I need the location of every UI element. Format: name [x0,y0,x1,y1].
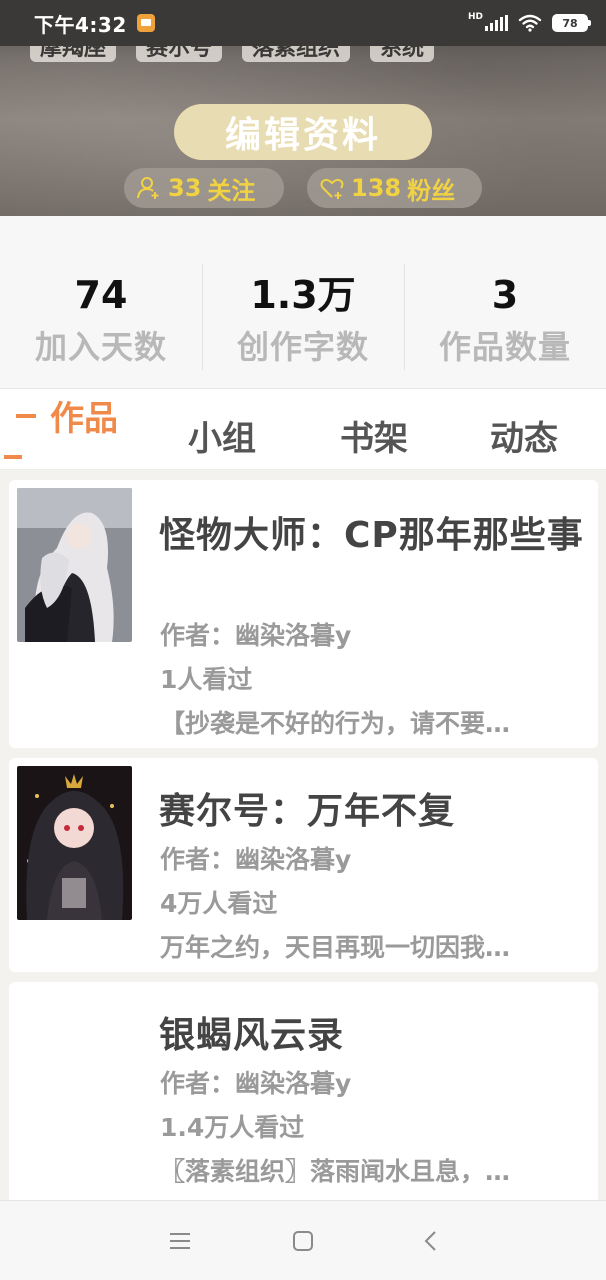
tab-works[interactable]: 作品 [16,391,118,440]
work-summary: 万年之约，天目再现一切因我… [160,933,511,962]
hd-label: HD [467,12,483,22]
work-title[interactable]: 赛尔号：万年不复 [159,782,455,834]
work-author: 作者：幽染洛暮y [160,1069,352,1098]
fans-count: 138 [351,174,402,202]
tab-works-label: 作品 [50,399,118,439]
work-views: 4万人看过 [160,889,278,918]
work-author: 作者：幽染洛暮y [160,621,352,650]
work-views: 1人看过 [160,665,253,694]
fans-label: 粉丝 [407,176,456,205]
heart-add-icon [320,178,344,199]
follow-count: 33 [168,174,202,202]
work-title[interactable]: 怪物大师：CP那年那些事 [159,506,584,558]
profile-tabs: 作品 小组 书架 动态 [0,388,606,470]
edit-profile-button[interactable]: 编辑资料 [174,104,432,160]
stat-label: 作品数量 [438,328,571,366]
work-cover[interactable] [17,488,132,642]
tab-active-indicator [16,413,36,418]
work-card[interactable]: 赛尔号：万年不复 作者：幽染洛暮y 4万人看过 万年之约，天目再现一切因我… [9,758,598,972]
tab-underline [4,455,22,459]
work-summary: 〖落素组织〗落雨闻水且息，… [160,1157,511,1186]
stats-row: 74 加入天数 1.3万 创作字数 3 作品数量 [0,216,606,388]
stat-word-count: 1.3万 创作字数 [202,216,404,388]
battery-level: 78 [562,16,578,30]
follow-label: 关注 [207,176,256,205]
fans-count-button[interactable]: 138 粉丝 [307,168,482,208]
work-card[interactable]: 银蝎风云录 作者：幽染洛暮y 1.4万人看过 〖落素组织〗落雨闻水且息，… [9,982,598,1200]
stat-value: 3 [491,273,519,317]
back-icon[interactable] [418,1227,446,1255]
works-list: 怪物大师：CP那年那些事 作者：幽染洛暮y 1人看过 【抄袭是不好的行为，请不要… [0,470,606,1200]
menu-icon[interactable] [166,1227,194,1255]
tab-bookshelf[interactable]: 书架 [340,411,408,460]
work-cover[interactable] [17,766,132,920]
battery-icon: 78 [552,14,591,32]
wifi-icon [518,14,542,32]
work-views: 1.4万人看过 [160,1113,305,1142]
profile-page: 下午4:32 HD 78 摩羯座 赛尔号 落素组织 系统 编辑资料 33 关注 … [0,0,606,1280]
status-time: 下午4:32 [34,12,127,37]
follow-count-button[interactable]: 33 关注 [124,168,284,208]
work-summary: 【抄袭是不好的行为，请不要… [160,709,511,738]
status-icons: HD 78 [467,12,591,32]
person-add-icon [137,177,159,199]
status-bar: 下午4:32 HD 78 [0,0,606,46]
home-icon[interactable] [289,1227,317,1255]
work-card[interactable]: 怪物大师：CP那年那些事 作者：幽染洛暮y 1人看过 【抄袭是不好的行为，请不要… [9,480,598,748]
stat-join-days: 74 加入天数 [0,216,202,388]
stat-value: 74 [74,273,128,317]
signal-icon [485,15,508,31]
system-nav-bar [0,1200,606,1280]
stat-value: 1.3万 [250,273,356,317]
notification-icon [136,14,155,32]
tab-activity[interactable]: 动态 [490,411,558,460]
tab-groups[interactable]: 小组 [188,411,256,460]
stat-label: 加入天数 [34,328,167,366]
work-author: 作者：幽染洛暮y [160,845,352,874]
stat-label: 创作字数 [236,328,369,366]
stat-works-count: 3 作品数量 [404,216,606,388]
work-title[interactable]: 银蝎风云录 [159,1006,344,1058]
